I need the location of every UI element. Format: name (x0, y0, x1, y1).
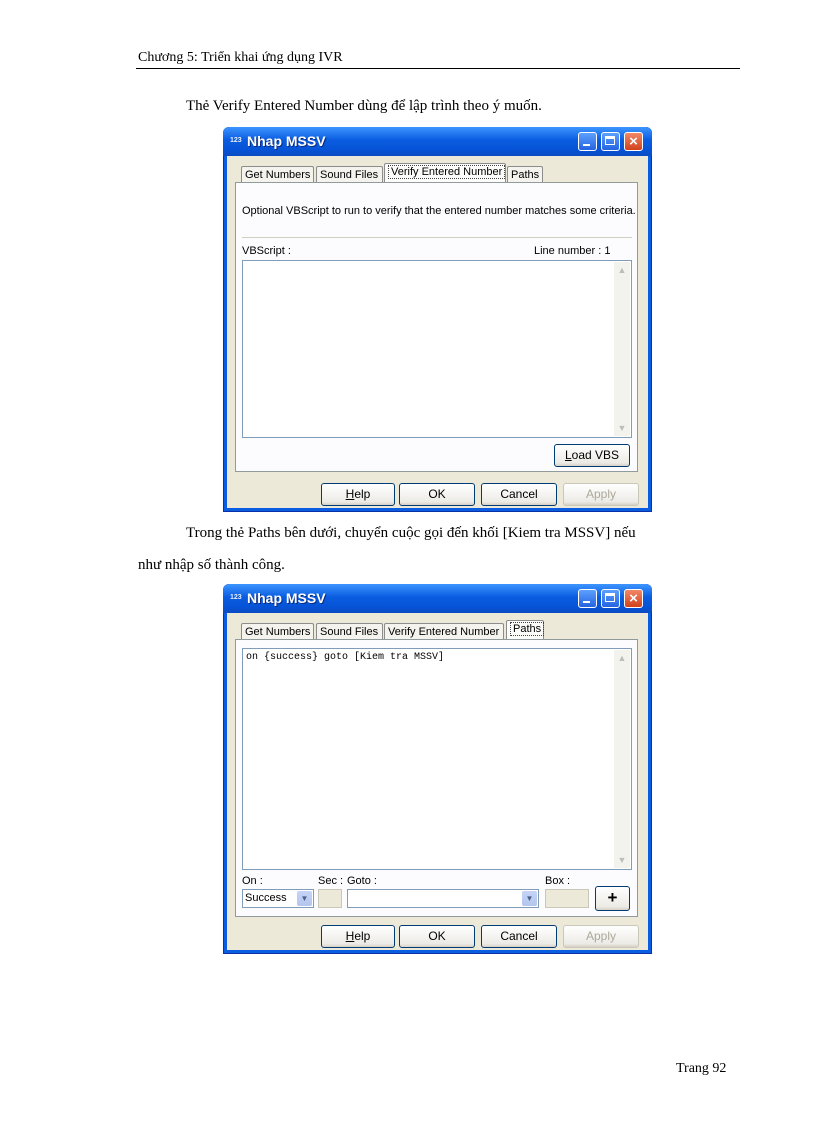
on-select[interactable]: Success ▼ (242, 889, 314, 908)
app-icon: 123 (230, 594, 242, 601)
apply-button[interactable]: Apply (563, 483, 639, 506)
help-button[interactable]: Help (321, 483, 395, 506)
tab-paths[interactable]: Paths (506, 620, 545, 640)
ok-button[interactable]: OK (399, 925, 475, 948)
vbscript-label: VBScript : (242, 245, 291, 257)
line-number-label: Line number : 1 (534, 245, 611, 257)
description-text: Optional VBScript to run to verify that … (242, 205, 636, 217)
title-bar[interactable]: 123 Nhap MSSV × (223, 584, 652, 613)
chevron-down-icon[interactable]: ▼ (522, 891, 537, 906)
close-button[interactable]: × (624, 132, 643, 151)
tab-verify-entered-number[interactable]: Verify Entered Number (384, 163, 506, 183)
header-rule (136, 68, 740, 69)
apply-button[interactable]: Apply (563, 925, 639, 948)
box-label: Box : (545, 875, 571, 887)
dialog-client: Get Numbers Sound Files Verify Entered N… (227, 156, 648, 508)
tab-panel: Optional VBScript to run to verify that … (235, 182, 638, 472)
close-icon: × (629, 133, 638, 150)
dialog-verify-entered-number: 123 Nhap MSSV × Get Numbers Sound Files … (223, 127, 652, 512)
paragraph-1: Thẻ Verify Entered Number dùng để lập tr… (186, 98, 542, 114)
tab-sound-files[interactable]: Sound Files (316, 166, 383, 183)
paragraph-2-line-1: Trong thẻ Paths bên dưới, chuyển cuộc gọ… (186, 525, 636, 541)
add-path-button[interactable]: + (595, 886, 630, 911)
tab-paths[interactable]: Paths (507, 166, 543, 183)
scroll-down-icon[interactable]: ▼ (615, 421, 629, 435)
ok-button[interactable]: OK (399, 483, 475, 506)
sec-field (318, 889, 342, 908)
maximize-button[interactable] (601, 132, 620, 151)
tab-verify-entered-number[interactable]: Verify Entered Number (384, 623, 504, 640)
minimize-button[interactable] (578, 589, 597, 608)
page-number: Trang 92 (676, 1061, 727, 1076)
window-title: Nhap MSSV (247, 590, 326, 606)
minimize-icon (583, 601, 590, 603)
paths-script-text: on {success} goto [Kiem tra MSSV] (246, 652, 445, 663)
tab-sound-files[interactable]: Sound Files (316, 623, 383, 640)
title-bar[interactable]: 123 Nhap MSSV × (223, 127, 652, 156)
tab-get-numbers[interactable]: Get Numbers (241, 623, 314, 640)
window-title: Nhap MSSV (247, 133, 326, 149)
help-button[interactable]: Help (321, 925, 395, 948)
tab-get-numbers[interactable]: Get Numbers (241, 166, 314, 183)
paths-script-editor[interactable]: on {success} goto [Kiem tra MSSV] ▲ ▼ (242, 648, 632, 870)
maximize-icon (605, 136, 615, 145)
scroll-up-icon[interactable]: ▲ (615, 263, 629, 277)
goto-label: Goto : (347, 875, 377, 887)
box-field (545, 889, 589, 908)
chevron-down-icon[interactable]: ▼ (297, 891, 312, 906)
paragraph-2-line-2: như nhập số thành công. (138, 557, 285, 573)
app-icon: 123 (230, 137, 242, 144)
minimize-icon (583, 144, 590, 146)
maximize-icon (605, 593, 615, 602)
on-select-value: Success (245, 892, 287, 904)
close-button[interactable]: × (624, 589, 643, 608)
vertical-scrollbar[interactable]: ▲ ▼ (614, 650, 630, 868)
on-label: On : (242, 875, 263, 887)
goto-select[interactable]: ▼ (347, 889, 539, 908)
maximize-button[interactable] (601, 589, 620, 608)
minimize-button[interactable] (578, 132, 597, 151)
separator (242, 237, 632, 238)
chapter-header: Chương 5: Triển khai ứng dụng IVR (138, 50, 343, 65)
tab-panel: on {success} goto [Kiem tra MSSV] ▲ ▼ On… (235, 639, 638, 917)
cancel-button[interactable]: Cancel (481, 483, 557, 506)
vertical-scrollbar[interactable]: ▲ ▼ (614, 262, 630, 436)
sec-label: Sec : (318, 875, 344, 887)
load-vbs-button[interactable]: Load VBS (554, 444, 630, 467)
scroll-up-icon[interactable]: ▲ (615, 651, 629, 665)
scroll-down-icon[interactable]: ▼ (615, 853, 629, 867)
vbscript-editor[interactable]: ▲ ▼ (242, 260, 632, 438)
dialog-paths: 123 Nhap MSSV × Get Numbers Sound Files … (223, 584, 652, 954)
cancel-button[interactable]: Cancel (481, 925, 557, 948)
close-icon: × (629, 590, 638, 607)
dialog-client: Get Numbers Sound Files Verify Entered N… (227, 613, 648, 950)
